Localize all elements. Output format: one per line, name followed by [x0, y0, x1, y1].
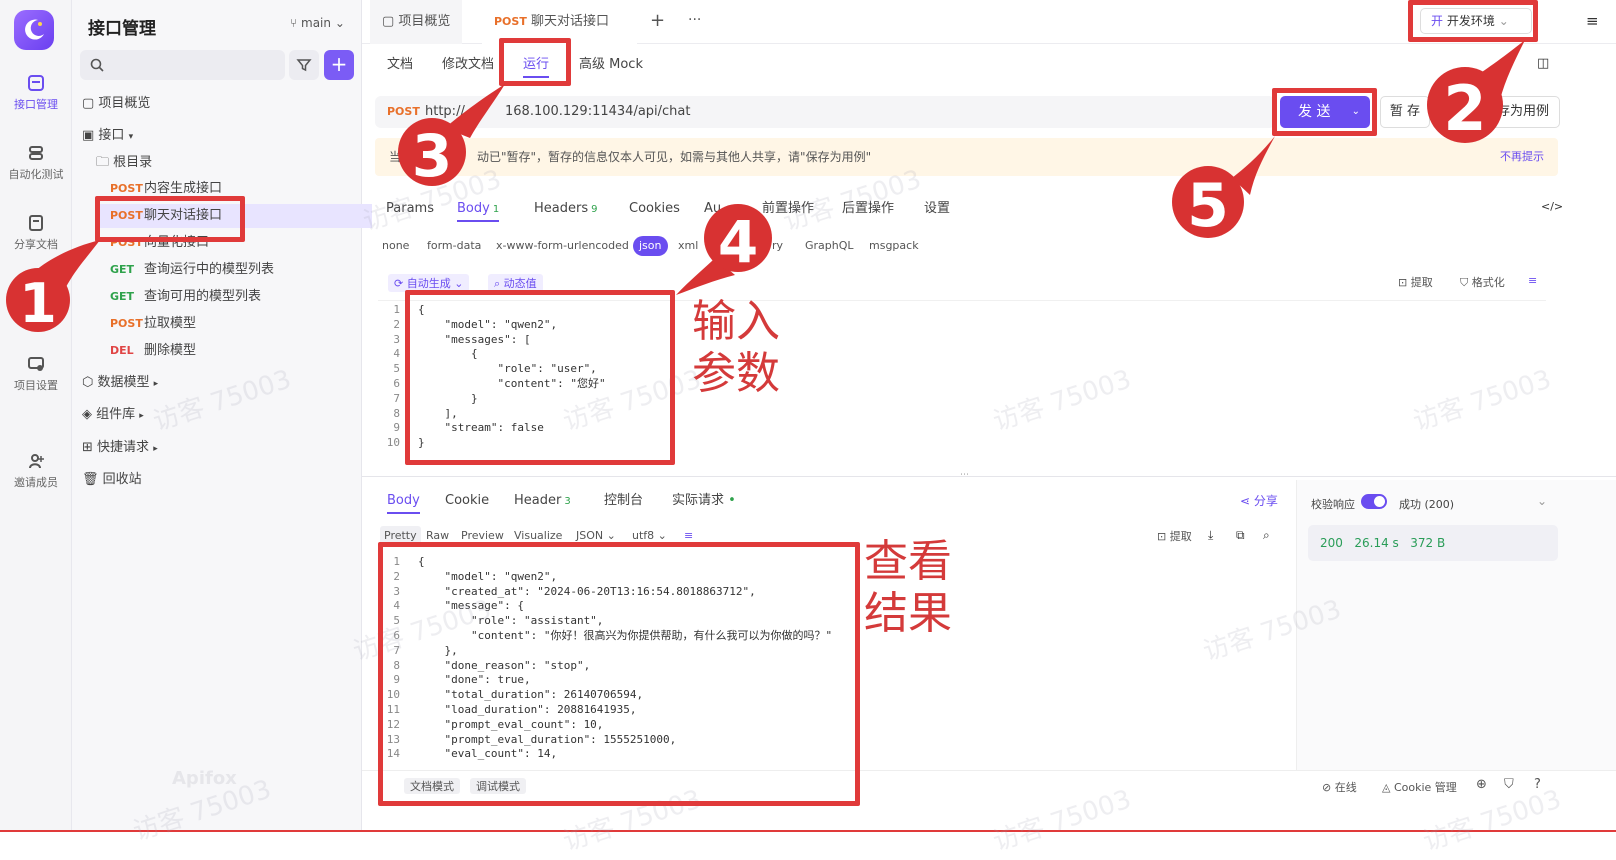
note-line: 结果 [864, 588, 952, 639]
callout-4: 4 [676, 204, 772, 295]
note-line: 参数 [692, 348, 780, 399]
callout-number: 1 [19, 272, 57, 335]
note-line: 输入 [692, 296, 780, 347]
app-window: 接口管理 自动化测试 分享文档 项目设置 邀请成员 接口管理 ⑂ main ⌄ … [0, 0, 1616, 860]
input-params-note: 输入 参数 [692, 296, 780, 400]
note-line: 查看 [864, 536, 952, 587]
callout-5: 5 [1172, 136, 1275, 241]
annotation-callouts: 1 2 3 4 5 [6, 40, 1525, 335]
callout-number: 4 [718, 208, 758, 276]
callout-1: 1 [6, 240, 100, 335]
callout-2: 2 [1427, 40, 1525, 145]
callout-3: 3 [398, 84, 505, 190]
callout-number: 5 [1187, 171, 1229, 241]
callout-number: 2 [1443, 72, 1486, 145]
view-result-note: 查看 结果 [864, 536, 952, 640]
callout-number: 3 [412, 122, 452, 190]
